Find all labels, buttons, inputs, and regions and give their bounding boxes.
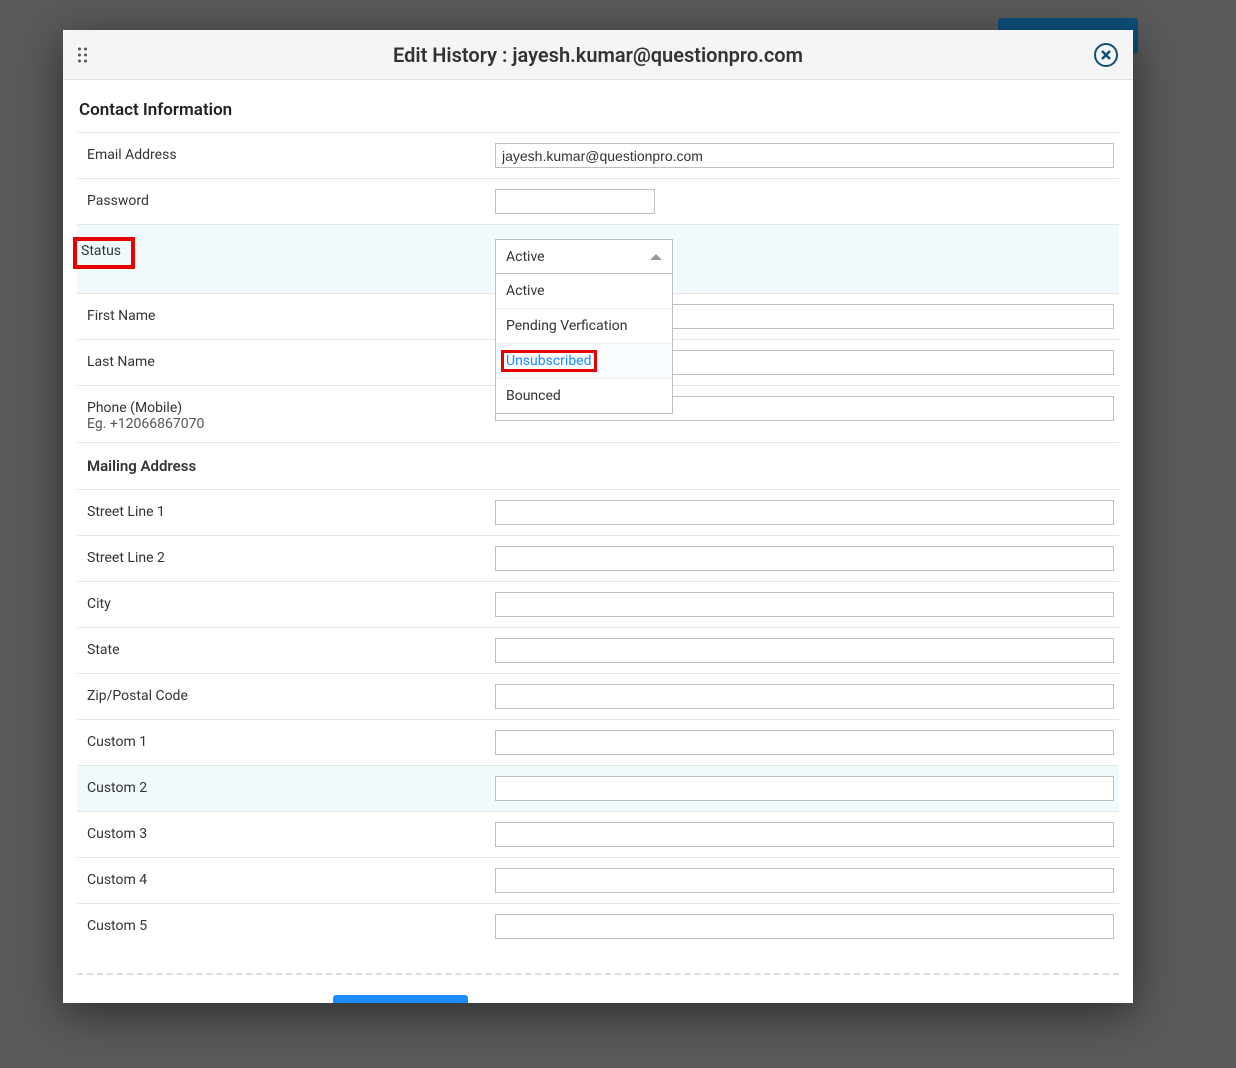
status-label: Status [73, 237, 135, 269]
custom5-row: Custom 5 [77, 904, 1119, 949]
state-label: State [87, 638, 495, 658]
custom1-input[interactable] [495, 730, 1114, 755]
first-name-label: First Name [87, 304, 495, 324]
edit-history-modal: Edit History : jayesh.kumar@questionpro.… [63, 30, 1133, 1003]
modal-footer: Update Contact [77, 973, 1119, 1003]
state-row: State [77, 628, 1119, 674]
drag-handle-icon[interactable] [78, 47, 87, 62]
street1-label: Street Line 1 [87, 500, 495, 520]
zip-label: Zip/Postal Code [87, 684, 495, 704]
custom3-input[interactable] [495, 822, 1114, 847]
form-section: Email Address Password Status [77, 132, 1119, 949]
custom1-row: Custom 1 [77, 720, 1119, 766]
street2-label: Street Line 2 [87, 546, 495, 566]
email-label: Email Address [87, 143, 495, 163]
email-input[interactable] [495, 143, 1114, 168]
status-select-display[interactable]: Active [495, 239, 673, 274]
status-selected-value: Active [506, 249, 545, 265]
status-row: Status Active Active Pending Verfication… [77, 225, 1119, 294]
chevron-up-icon [650, 254, 662, 260]
custom5-label: Custom 5 [87, 914, 495, 934]
close-icon [1101, 50, 1111, 60]
update-contact-button[interactable]: Update Contact [333, 995, 468, 1003]
custom4-input[interactable] [495, 868, 1114, 893]
modal-header: Edit History : jayesh.kumar@questionpro.… [63, 30, 1133, 80]
phone-example: Eg. +12066867070 [87, 416, 495, 432]
contact-info-title: Contact Information [77, 100, 1119, 120]
custom4-label: Custom 4 [87, 868, 495, 888]
custom3-row: Custom 3 [77, 812, 1119, 858]
zip-input[interactable] [495, 684, 1114, 709]
modal-title: Edit History : jayesh.kumar@questionpro.… [393, 43, 803, 67]
street2-input[interactable] [495, 546, 1114, 571]
phone-label: Phone (Mobile) [87, 400, 495, 416]
street2-row: Street Line 2 [77, 536, 1119, 582]
modal-body: Contact Information Email Address Passwo… [63, 80, 1133, 1003]
close-button[interactable] [1094, 43, 1118, 67]
password-input[interactable] [495, 189, 655, 214]
state-input[interactable] [495, 638, 1114, 663]
status-dropdown-menu: Active Pending Verfication Unsubscribed … [495, 274, 673, 414]
mailing-address-title: Mailing Address [77, 443, 1119, 490]
status-option-bounced[interactable]: Bounced [496, 379, 672, 413]
password-label: Password [87, 189, 495, 209]
status-option-active[interactable]: Active [496, 274, 672, 309]
email-row: Email Address [77, 133, 1119, 179]
last-name-label: Last Name [87, 350, 495, 370]
custom2-label: Custom 2 [87, 776, 495, 796]
custom2-row: Custom 2 [77, 766, 1119, 812]
street1-input[interactable] [495, 500, 1114, 525]
custom4-row: Custom 4 [77, 858, 1119, 904]
status-dropdown[interactable]: Active Active Pending Verfication Unsubs… [495, 239, 673, 274]
custom3-label: Custom 3 [87, 822, 495, 842]
city-label: City [87, 592, 495, 612]
street1-row: Street Line 1 [77, 490, 1119, 536]
zip-row: Zip/Postal Code [77, 674, 1119, 720]
custom2-input[interactable] [495, 776, 1114, 801]
password-row: Password [77, 179, 1119, 225]
custom5-input[interactable] [495, 914, 1114, 939]
status-option-pending[interactable]: Pending Verfication [496, 309, 672, 344]
city-input[interactable] [495, 592, 1114, 617]
status-option-unsubscribed[interactable]: Unsubscribed [496, 344, 672, 379]
city-row: City [77, 582, 1119, 628]
custom1-label: Custom 1 [87, 730, 495, 750]
